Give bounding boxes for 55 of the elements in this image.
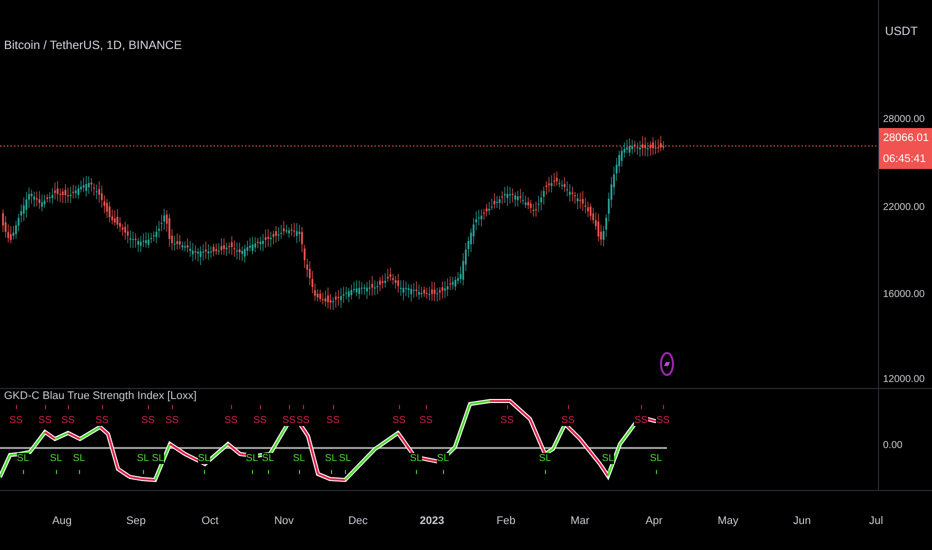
time-label: Jul: [868, 514, 884, 526]
signal-label: SL: [324, 453, 338, 464]
price-label: 12000.00: [883, 374, 925, 385]
time-label: Nov: [273, 514, 295, 526]
signal-label: SL: [410, 453, 422, 464]
signal-label: SS: [656, 415, 670, 426]
indicator-title: GKD-C Blau True Strength Index [Loxx]: [4, 390, 197, 402]
signal-label: SL: [198, 453, 210, 464]
time-label: Aug: [51, 514, 73, 526]
signal-label: SS: [634, 415, 648, 426]
time-label: Dec: [347, 514, 369, 526]
signal-label: SL: [436, 453, 450, 464]
signal-label: SL: [16, 453, 30, 464]
signal-label: SL: [650, 453, 662, 464]
signal-label: SS: [141, 415, 155, 426]
time-label: May: [716, 514, 740, 526]
indicator-value-label: 0.00: [883, 440, 902, 451]
signal-label: SS: [253, 415, 267, 426]
bar-countdown: 06:45:41: [883, 153, 927, 165]
currency-label: USDT: [885, 24, 918, 38]
price-label: 22000.00: [883, 202, 925, 213]
signal-label: SS: [326, 415, 340, 426]
symbol-title: Bitcoin / TetherUS, 1D, BINANCE: [4, 38, 182, 52]
signal-label: SS: [392, 415, 406, 426]
signal-label: SS: [95, 415, 109, 426]
signal-label: SS: [38, 415, 52, 426]
signal-label: SS: [419, 415, 433, 426]
signal-label: SL: [338, 453, 352, 464]
signal-label: SS: [282, 415, 296, 426]
price-label: 28000.00: [883, 114, 925, 125]
time-label: Mar: [570, 514, 590, 526]
signal-label: SL: [246, 453, 258, 464]
signal-label: SL: [602, 453, 614, 464]
signal-label: SL: [538, 453, 552, 464]
time-label: 2023: [418, 514, 446, 526]
signal-label: SS: [561, 415, 575, 426]
signal-label: SS: [296, 415, 310, 426]
signal-label: SS: [165, 415, 179, 426]
time-label: Feb: [496, 514, 516, 526]
signal-label: SL: [136, 453, 150, 464]
signal-label: SS: [9, 415, 23, 426]
signal-label: SL: [72, 453, 86, 464]
last-price: 28066.01: [883, 132, 930, 144]
time-label: Oct: [200, 514, 220, 526]
time-label: Sep: [125, 514, 147, 526]
signal-label: SL: [292, 453, 306, 464]
time-label: Jun: [792, 514, 812, 526]
signal-label: SL: [50, 453, 62, 464]
price-label: 16000.00: [883, 289, 925, 300]
signal-label: SL: [262, 453, 274, 464]
signal-label: SS: [224, 415, 238, 426]
signal-label: SS: [500, 415, 514, 426]
signal-label: SS: [61, 415, 75, 426]
time-label: Apr: [644, 514, 664, 526]
signal-label: SL: [152, 453, 164, 464]
